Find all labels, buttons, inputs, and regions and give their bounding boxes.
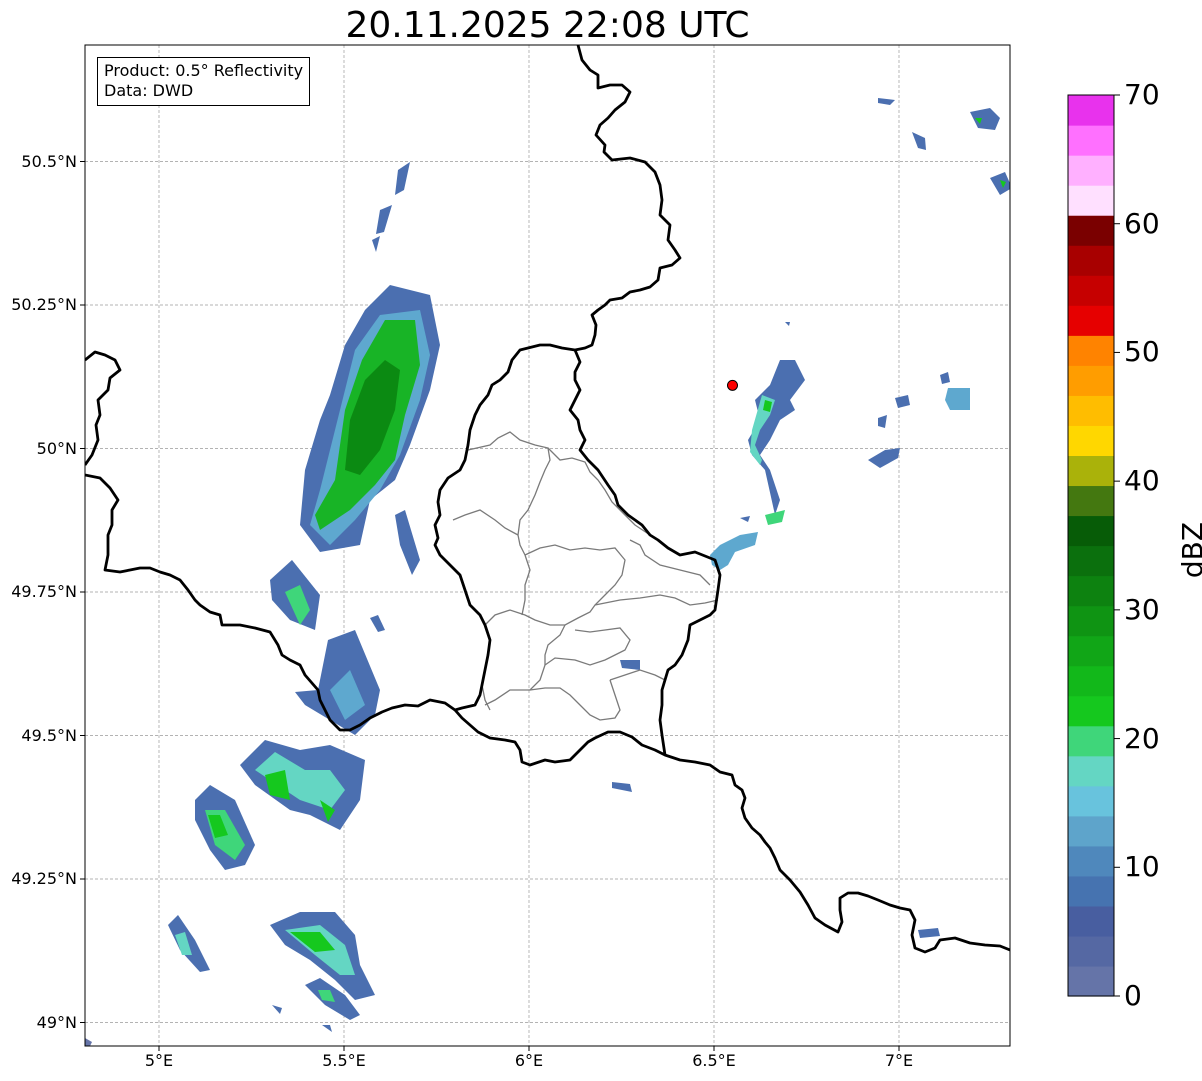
colorbar-swatch-29 [1068, 95, 1114, 126]
echo-east-cells [868, 395, 910, 468]
echo-small-3 [272, 1005, 282, 1014]
x-tick-label: 5°E [144, 1051, 174, 1070]
echo-cell-7 [168, 915, 210, 972]
colorbar-swatch-10 [1068, 665, 1114, 697]
echo-small-1 [370, 615, 385, 632]
colorbar-tick-label: 40 [1124, 464, 1160, 498]
colorbar-swatch-20 [1068, 365, 1114, 396]
echo-east-cell-2b [940, 372, 950, 384]
y-tick-label: 49.75°N [11, 582, 77, 601]
colorbar-swatch-5 [1068, 815, 1114, 847]
x-tick-label: 5.5°E [322, 1051, 366, 1070]
y-tick-label: 49.25°N [11, 869, 77, 888]
x-tick-label: 7°E [884, 1051, 914, 1070]
radar-map [80, 44, 1120, 1051]
y-tick-label: 50.25°N [11, 295, 77, 314]
colorbar-swatch-22 [1068, 305, 1114, 336]
colorbar-tick-label: 70 [1124, 78, 1160, 111]
colorbar-swatch-15 [1068, 515, 1114, 547]
colorbar-swatch-27 [1068, 155, 1114, 186]
x-tick-label: 6°E [514, 1051, 544, 1070]
y-tick-label: 49.5°N [21, 725, 77, 745]
colorbar-swatch-19 [1068, 395, 1114, 426]
data-source-line: Data: DWD [104, 81, 194, 100]
colorbar-swatch-14 [1068, 545, 1114, 577]
colorbar-swatch-26 [1068, 185, 1114, 216]
x-tick-label: 6.5°E [692, 1051, 736, 1070]
colorbar-swatch-12 [1068, 605, 1114, 637]
echo-small-2 [322, 1025, 332, 1032]
colorbar-swatch-0 [1068, 965, 1114, 997]
colorbar-swatch-13 [1068, 575, 1114, 607]
colorbar [1068, 95, 1114, 997]
colorbar-swatch-28 [1068, 125, 1114, 156]
province-borders [452, 431, 719, 721]
colorbar-tick-label: 0 [1124, 979, 1142, 1012]
colorbar-swatch-3 [1068, 875, 1114, 907]
colorbar-tick-label: 30 [1124, 592, 1160, 626]
y-tick-label: 50°N [36, 438, 77, 458]
colorbar-tick-marks [1114, 94, 1120, 997]
y-tick-marks [80, 161, 85, 1023]
colorbar-swatch-24 [1068, 245, 1114, 276]
colorbar-swatch-25 [1068, 215, 1114, 246]
colorbar-label: dBZ [1176, 521, 1202, 579]
echo-band-1 [395, 510, 420, 575]
echo-streak-north [372, 162, 410, 252]
colorbar-swatch-17 [1068, 455, 1114, 487]
map-title: 20.11.2025 22:08 UTC [345, 5, 750, 46]
colorbar-swatch-9 [1068, 695, 1114, 727]
echo-east-cell-2 [945, 388, 970, 410]
colorbar-tick-label: 50 [1124, 335, 1160, 369]
colorbar-swatch-6 [1068, 785, 1114, 817]
y-tick-label: 50.5°N [21, 151, 77, 171]
colorbar-swatch-11 [1068, 635, 1114, 667]
colorbar-swatch-8 [1068, 725, 1114, 757]
radar-site-marker [727, 379, 738, 391]
colorbar-swatch-21 [1068, 335, 1114, 366]
product-line: Product: 0.5° Reflectivity [104, 61, 304, 80]
product-info-box: Product: 0.5° Reflectivity Data: DWD [97, 57, 311, 106]
colorbar-swatch-23 [1068, 275, 1114, 306]
colorbar-swatch-4 [1068, 845, 1114, 877]
colorbar-tick-label: 20 [1124, 721, 1160, 755]
reflectivity-echoes [85, 98, 1010, 1046]
colorbar-tick-label: 60 [1124, 206, 1160, 240]
echo-ne-cells [878, 98, 1010, 195]
colorbar-swatch-1 [1068, 935, 1114, 967]
colorbar-tick-label: 10 [1124, 850, 1160, 884]
colorbar-swatch-18 [1068, 425, 1114, 456]
colorbar-swatch-2 [1068, 905, 1114, 937]
colorbar-swatch-7 [1068, 755, 1114, 787]
echo-sw-corner [85, 1038, 92, 1046]
y-tick-label: 49°N [36, 1012, 77, 1032]
colorbar-swatch-16 [1068, 485, 1114, 517]
